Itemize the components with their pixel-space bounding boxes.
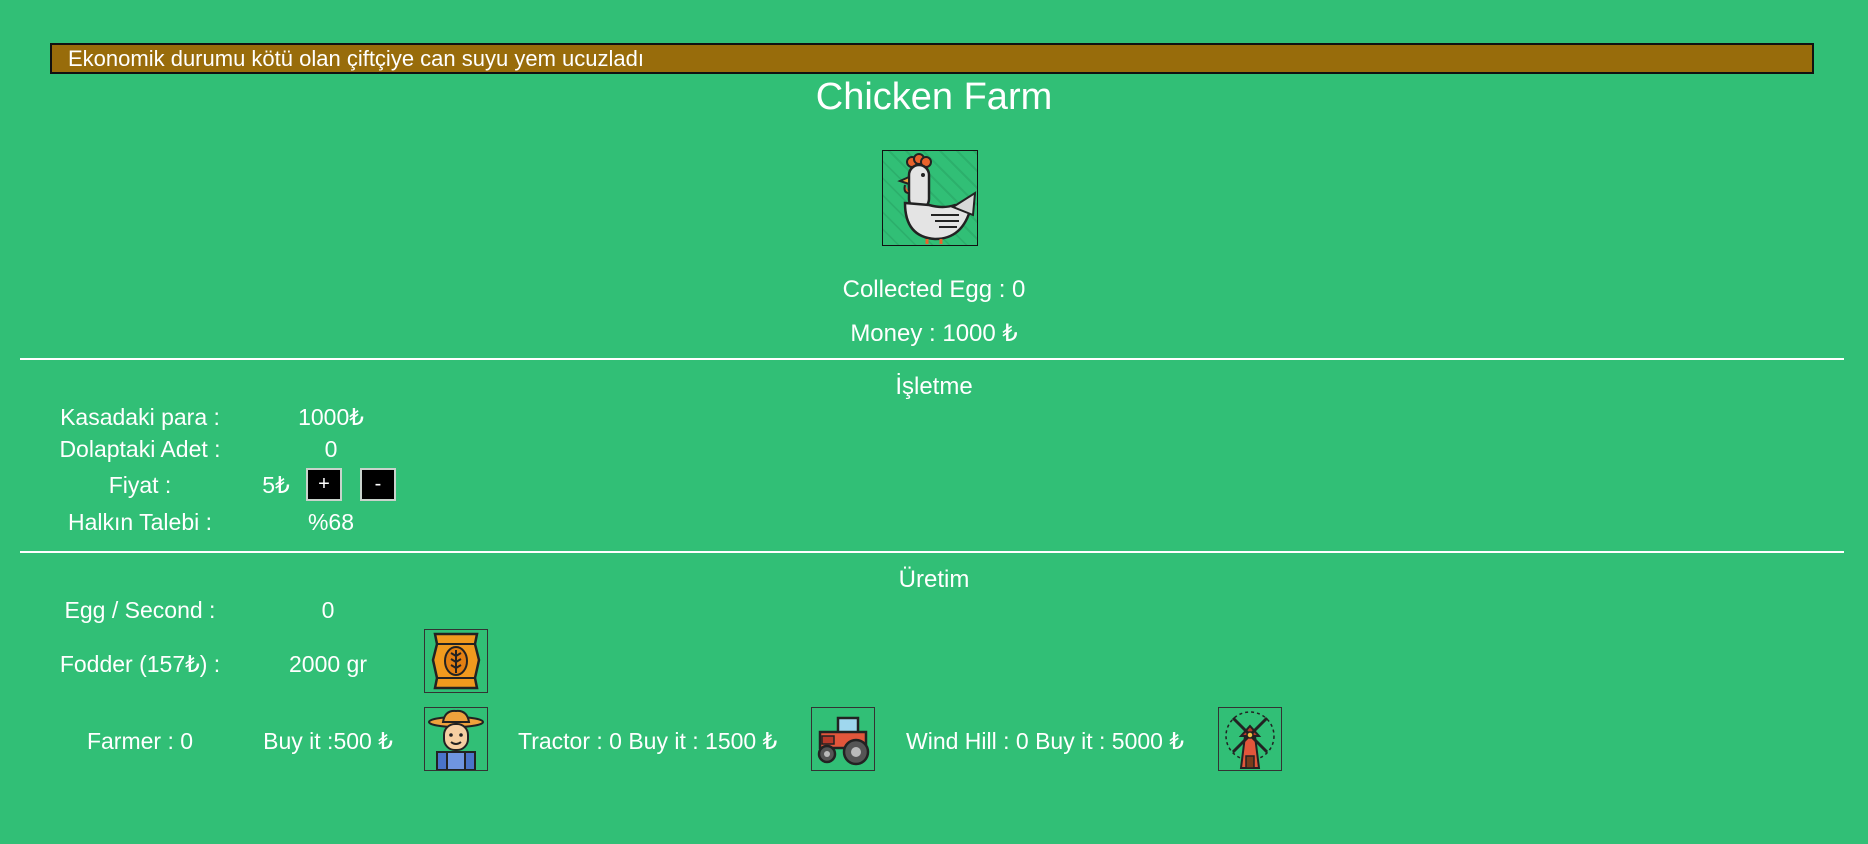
- windmill-icon: [1225, 711, 1275, 769]
- tractor-icon: [817, 716, 870, 766]
- cash-value: 1000₺: [298, 404, 364, 430]
- section-heading-business: İşletme: [895, 373, 973, 400]
- fodder-amount: 2000 gr: [288, 651, 367, 677]
- news-ticker: Ekonomik durumu kötü olan çiftçiye can s…: [50, 43, 1814, 74]
- stock-value: 0: [324, 436, 338, 462]
- demand-label: Halkın Talebi :: [67, 509, 213, 535]
- farmer-icon: [428, 709, 484, 770]
- buy-farmer-button[interactable]: [424, 707, 488, 771]
- section-heading-production: Üretim: [898, 566, 970, 593]
- page-title: Chicken Farm: [815, 76, 1053, 118]
- chicken-button[interactable]: [882, 150, 978, 246]
- stock-label: Dolaptaki Adet :: [59, 436, 221, 462]
- farmer-buy-price: Buy it :500 ₺: [263, 728, 393, 754]
- tractor-count-and-price: Tractor : 0 Buy it : 1500 ₺: [518, 728, 778, 754]
- price-decrease-button[interactable]: -: [360, 468, 396, 501]
- chicken-icon: [897, 153, 977, 244]
- buy-tractor-button[interactable]: [811, 707, 875, 771]
- eggs-per-second-label: Egg / Second :: [64, 597, 216, 623]
- price-increase-button[interactable]: +: [306, 468, 342, 501]
- windhill-count-and-price: Wind Hill : 0 Buy it : 5000 ₺: [906, 728, 1184, 754]
- divider: [20, 358, 1844, 360]
- collected-egg-count: Collected Egg : 0: [842, 276, 1026, 303]
- price-label: Fiyat :: [108, 472, 172, 498]
- fodder-bag-icon: [431, 632, 481, 690]
- farmer-count: Farmer : 0: [86, 728, 194, 754]
- fodder-label: Fodder (157₺) :: [59, 651, 221, 677]
- buy-fodder-button[interactable]: [424, 629, 488, 693]
- divider: [20, 551, 1844, 553]
- buy-windhill-button[interactable]: [1218, 707, 1282, 771]
- demand-value: %68: [307, 509, 355, 535]
- price-value: 5₺: [262, 472, 290, 498]
- money-balance: Money : 1000 ₺: [850, 320, 1018, 347]
- eggs-per-second-value: 0: [321, 597, 335, 623]
- cash-label: Kasadaki para :: [60, 404, 220, 430]
